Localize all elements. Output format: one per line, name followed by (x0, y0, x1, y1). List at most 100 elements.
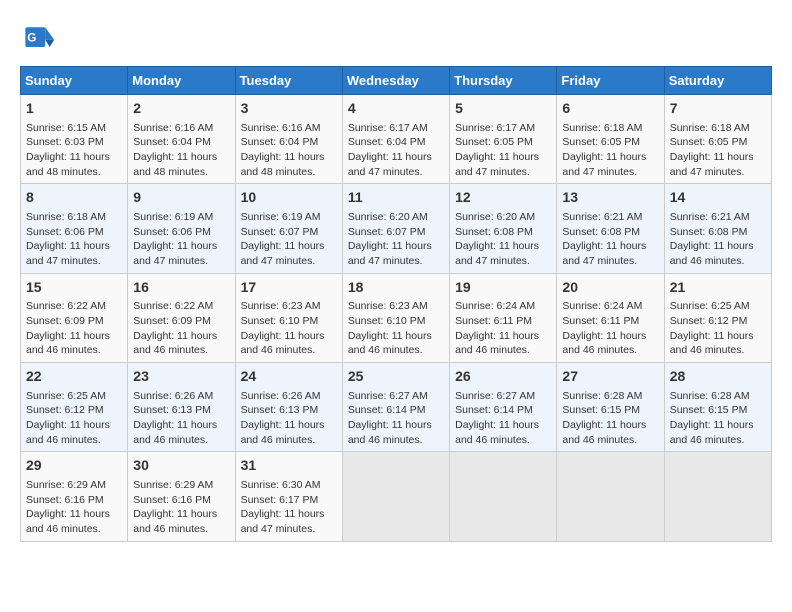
day-17: 17Sunrise: 6:23 AM Sunset: 6:10 PM Dayli… (235, 273, 342, 362)
logo-icon: G (20, 20, 56, 56)
col-wednesday: Wednesday (342, 67, 449, 95)
day-number: 4 (348, 99, 444, 119)
day-number: 11 (348, 188, 444, 208)
day-number: 13 (562, 188, 658, 208)
day-number: 20 (562, 278, 658, 298)
day-info: Sunrise: 6:27 AM Sunset: 6:14 PM Dayligh… (348, 389, 444, 448)
day-number: 17 (241, 278, 337, 298)
day-19: 19Sunrise: 6:24 AM Sunset: 6:11 PM Dayli… (450, 273, 557, 362)
day-info: Sunrise: 6:15 AM Sunset: 6:03 PM Dayligh… (26, 121, 122, 180)
day-number: 28 (670, 367, 766, 387)
day-4: 4Sunrise: 6:17 AM Sunset: 6:04 PM Daylig… (342, 95, 449, 184)
day-25: 25Sunrise: 6:27 AM Sunset: 6:14 PM Dayli… (342, 363, 449, 452)
day-info: Sunrise: 6:28 AM Sunset: 6:15 PM Dayligh… (562, 389, 658, 448)
calendar-header: SundayMondayTuesdayWednesdayThursdayFrid… (21, 67, 772, 95)
empty-cell (557, 452, 664, 541)
day-info: Sunrise: 6:25 AM Sunset: 6:12 PM Dayligh… (26, 389, 122, 448)
day-number: 18 (348, 278, 444, 298)
day-number: 16 (133, 278, 229, 298)
day-22: 22Sunrise: 6:25 AM Sunset: 6:12 PM Dayli… (21, 363, 128, 452)
day-9: 9Sunrise: 6:19 AM Sunset: 6:06 PM Daylig… (128, 184, 235, 273)
day-info: Sunrise: 6:28 AM Sunset: 6:15 PM Dayligh… (670, 389, 766, 448)
day-number: 29 (26, 456, 122, 476)
day-15: 15Sunrise: 6:22 AM Sunset: 6:09 PM Dayli… (21, 273, 128, 362)
day-number: 5 (455, 99, 551, 119)
day-info: Sunrise: 6:25 AM Sunset: 6:12 PM Dayligh… (670, 299, 766, 358)
day-number: 25 (348, 367, 444, 387)
day-number: 1 (26, 99, 122, 119)
day-number: 10 (241, 188, 337, 208)
day-info: Sunrise: 6:18 AM Sunset: 6:06 PM Dayligh… (26, 210, 122, 269)
col-tuesday: Tuesday (235, 67, 342, 95)
day-info: Sunrise: 6:26 AM Sunset: 6:13 PM Dayligh… (133, 389, 229, 448)
day-number: 22 (26, 367, 122, 387)
day-info: Sunrise: 6:26 AM Sunset: 6:13 PM Dayligh… (241, 389, 337, 448)
day-12: 12Sunrise: 6:20 AM Sunset: 6:08 PM Dayli… (450, 184, 557, 273)
col-saturday: Saturday (664, 67, 771, 95)
day-1: 1Sunrise: 6:15 AM Sunset: 6:03 PM Daylig… (21, 95, 128, 184)
day-info: Sunrise: 6:20 AM Sunset: 6:08 PM Dayligh… (455, 210, 551, 269)
day-info: Sunrise: 6:22 AM Sunset: 6:09 PM Dayligh… (26, 299, 122, 358)
day-number: 23 (133, 367, 229, 387)
day-20: 20Sunrise: 6:24 AM Sunset: 6:11 PM Dayli… (557, 273, 664, 362)
day-10: 10Sunrise: 6:19 AM Sunset: 6:07 PM Dayli… (235, 184, 342, 273)
day-info: Sunrise: 6:18 AM Sunset: 6:05 PM Dayligh… (670, 121, 766, 180)
day-info: Sunrise: 6:27 AM Sunset: 6:14 PM Dayligh… (455, 389, 551, 448)
day-3: 3Sunrise: 6:16 AM Sunset: 6:04 PM Daylig… (235, 95, 342, 184)
day-7: 7Sunrise: 6:18 AM Sunset: 6:05 PM Daylig… (664, 95, 771, 184)
day-number: 24 (241, 367, 337, 387)
day-info: Sunrise: 6:29 AM Sunset: 6:16 PM Dayligh… (26, 478, 122, 537)
day-info: Sunrise: 6:22 AM Sunset: 6:09 PM Dayligh… (133, 299, 229, 358)
day-number: 9 (133, 188, 229, 208)
day-number: 27 (562, 367, 658, 387)
day-number: 12 (455, 188, 551, 208)
day-number: 2 (133, 99, 229, 119)
day-number: 6 (562, 99, 658, 119)
empty-cell (664, 452, 771, 541)
day-number: 19 (455, 278, 551, 298)
day-number: 14 (670, 188, 766, 208)
empty-cell (450, 452, 557, 541)
day-number: 8 (26, 188, 122, 208)
day-info: Sunrise: 6:21 AM Sunset: 6:08 PM Dayligh… (670, 210, 766, 269)
col-monday: Monday (128, 67, 235, 95)
day-31: 31Sunrise: 6:30 AM Sunset: 6:17 PM Dayli… (235, 452, 342, 541)
day-29: 29Sunrise: 6:29 AM Sunset: 6:16 PM Dayli… (21, 452, 128, 541)
day-info: Sunrise: 6:16 AM Sunset: 6:04 PM Dayligh… (241, 121, 337, 180)
day-5: 5Sunrise: 6:17 AM Sunset: 6:05 PM Daylig… (450, 95, 557, 184)
day-24: 24Sunrise: 6:26 AM Sunset: 6:13 PM Dayli… (235, 363, 342, 452)
day-16: 16Sunrise: 6:22 AM Sunset: 6:09 PM Dayli… (128, 273, 235, 362)
col-thursday: Thursday (450, 67, 557, 95)
day-number: 31 (241, 456, 337, 476)
day-11: 11Sunrise: 6:20 AM Sunset: 6:07 PM Dayli… (342, 184, 449, 273)
calendar-table: SundayMondayTuesdayWednesdayThursdayFrid… (20, 66, 772, 542)
day-2: 2Sunrise: 6:16 AM Sunset: 6:04 PM Daylig… (128, 95, 235, 184)
svg-text:G: G (27, 32, 36, 45)
day-info: Sunrise: 6:23 AM Sunset: 6:10 PM Dayligh… (241, 299, 337, 358)
logo: G (20, 20, 60, 56)
day-info: Sunrise: 6:23 AM Sunset: 6:10 PM Dayligh… (348, 299, 444, 358)
day-number: 15 (26, 278, 122, 298)
day-info: Sunrise: 6:24 AM Sunset: 6:11 PM Dayligh… (562, 299, 658, 358)
day-6: 6Sunrise: 6:18 AM Sunset: 6:05 PM Daylig… (557, 95, 664, 184)
page-header: G (20, 20, 772, 56)
day-number: 3 (241, 99, 337, 119)
day-8: 8Sunrise: 6:18 AM Sunset: 6:06 PM Daylig… (21, 184, 128, 273)
day-info: Sunrise: 6:21 AM Sunset: 6:08 PM Dayligh… (562, 210, 658, 269)
col-sunday: Sunday (21, 67, 128, 95)
day-number: 7 (670, 99, 766, 119)
day-info: Sunrise: 6:24 AM Sunset: 6:11 PM Dayligh… (455, 299, 551, 358)
day-info: Sunrise: 6:17 AM Sunset: 6:05 PM Dayligh… (455, 121, 551, 180)
day-info: Sunrise: 6:20 AM Sunset: 6:07 PM Dayligh… (348, 210, 444, 269)
day-info: Sunrise: 6:19 AM Sunset: 6:06 PM Dayligh… (133, 210, 229, 269)
day-info: Sunrise: 6:19 AM Sunset: 6:07 PM Dayligh… (241, 210, 337, 269)
day-info: Sunrise: 6:17 AM Sunset: 6:04 PM Dayligh… (348, 121, 444, 180)
day-18: 18Sunrise: 6:23 AM Sunset: 6:10 PM Dayli… (342, 273, 449, 362)
day-13: 13Sunrise: 6:21 AM Sunset: 6:08 PM Dayli… (557, 184, 664, 273)
day-info: Sunrise: 6:30 AM Sunset: 6:17 PM Dayligh… (241, 478, 337, 537)
day-info: Sunrise: 6:18 AM Sunset: 6:05 PM Dayligh… (562, 121, 658, 180)
empty-cell (342, 452, 449, 541)
day-26: 26Sunrise: 6:27 AM Sunset: 6:14 PM Dayli… (450, 363, 557, 452)
col-friday: Friday (557, 67, 664, 95)
day-28: 28Sunrise: 6:28 AM Sunset: 6:15 PM Dayli… (664, 363, 771, 452)
